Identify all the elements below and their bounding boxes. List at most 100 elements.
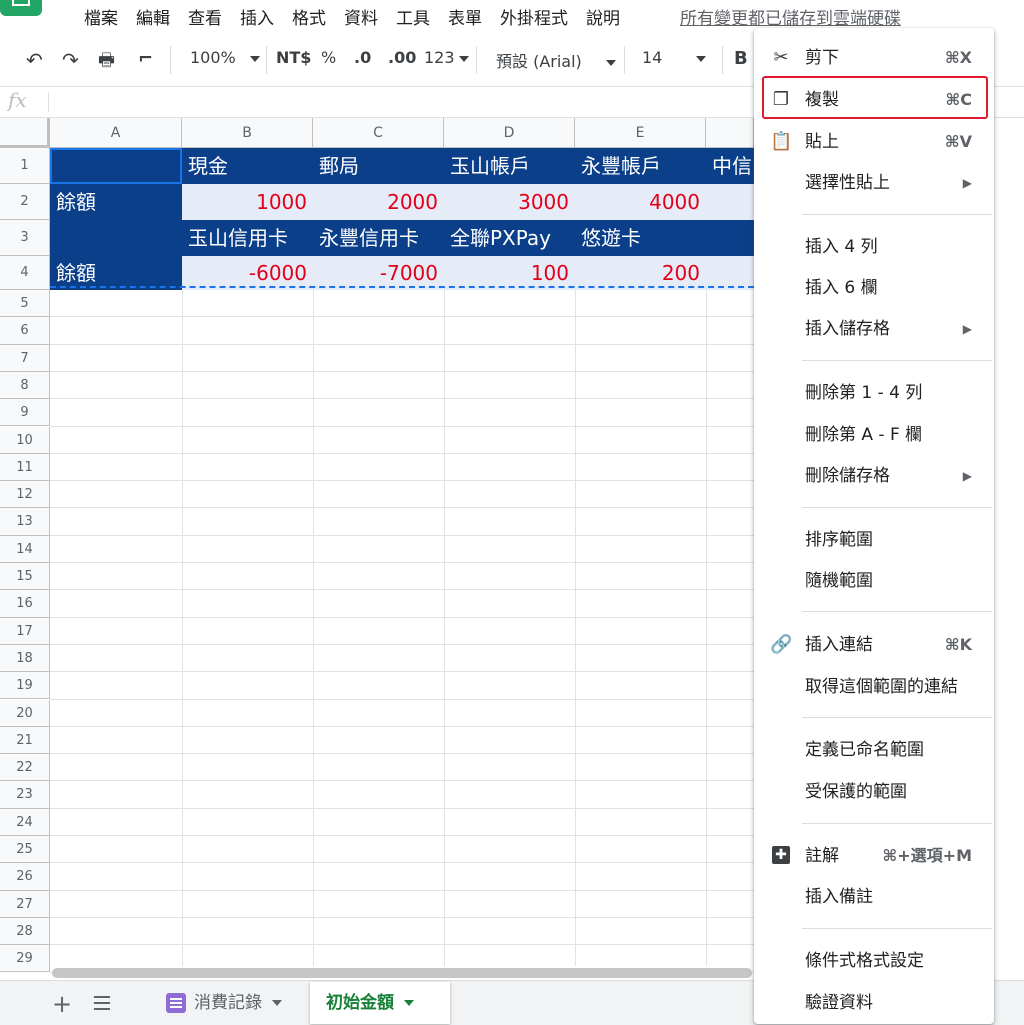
add-sheet-button[interactable]: + (52, 990, 72, 1018)
menu-item-4[interactable]: 插入 4 列 (754, 229, 994, 265)
menu-item-19[interactable]: 驗證資料 (754, 985, 994, 1021)
active-cell (50, 148, 182, 184)
row-gridline (50, 780, 754, 782)
row-header[interactable]: 18 (0, 644, 50, 673)
menu-item-2[interactable]: 📋 貼上 ⌘V (754, 124, 994, 160)
menu-item-12[interactable]: 🔗 插入連結 ⌘K (754, 627, 994, 663)
row-header[interactable]: 7 (0, 344, 50, 372)
row-header[interactable]: 24 (0, 808, 50, 836)
menu-item-11[interactable]: 隨機範圍 (754, 563, 994, 599)
menu-format[interactable]: 格式 (292, 4, 326, 29)
row-gridline (50, 480, 754, 482)
zoom-select[interactable]: 100% (190, 48, 260, 67)
sheet-tab-initial-amount[interactable]: 初始金額 (310, 982, 450, 1024)
row-header[interactable]: 2 (0, 184, 50, 220)
number-format-select[interactable]: 123 (424, 48, 469, 67)
row-header[interactable]: 14 (0, 535, 50, 563)
menu-edit[interactable]: 編輯 (136, 4, 170, 29)
row-header[interactable]: 5 (0, 290, 50, 318)
menu-item-shortcut: ⌘V (944, 132, 972, 151)
save-status[interactable]: 所有變更都已儲存到雲端硬碟 (680, 4, 901, 29)
menu-item-10[interactable]: 排序範圍 (754, 522, 994, 558)
menu-view[interactable]: 查看 (188, 4, 222, 29)
menu-file[interactable]: 檔案 (84, 4, 118, 29)
menu-item-9[interactable]: 刪除儲存格 ▶ (754, 458, 994, 494)
row-header[interactable]: 15 (0, 563, 50, 591)
row-header[interactable]: 26 (0, 863, 50, 891)
font-size-select[interactable]: 14 (642, 48, 707, 67)
paint-format-icon[interactable]: ⌐ (138, 48, 153, 69)
currency-format-button[interactable]: NT$ (276, 48, 311, 67)
undo-icon[interactable]: ↶ (26, 48, 43, 72)
column-header-a[interactable]: A (50, 118, 182, 148)
row-header[interactable]: 12 (0, 481, 50, 509)
row-header[interactable]: 4 (0, 256, 50, 290)
row-gridline (50, 725, 754, 727)
chevron-down-icon[interactable] (272, 1000, 282, 1006)
redo-icon[interactable]: ↷ (62, 48, 79, 72)
percent-format-button[interactable]: % (321, 48, 336, 67)
row-header[interactable]: 23 (0, 781, 50, 809)
column-header-d[interactable]: D (444, 118, 575, 148)
row-header[interactable]: 27 (0, 890, 50, 918)
row-header[interactable]: 3 (0, 220, 50, 256)
row-header[interactable]: 13 (0, 508, 50, 536)
decrease-decimal-button[interactable]: .0 (354, 48, 371, 67)
column-header-c[interactable]: C (313, 118, 444, 148)
row-header[interactable]: 1 (0, 148, 50, 184)
submenu-arrow-icon: ▶ (962, 322, 972, 336)
column-header-e[interactable]: E (575, 118, 706, 148)
menu-item-8[interactable]: 刪除第 A - F 欄 (754, 417, 994, 453)
menu-item-15[interactable]: 受保護的範圍 (754, 774, 994, 810)
menu-tools[interactable]: 工具 (396, 4, 430, 29)
row-header[interactable]: 16 (0, 590, 50, 618)
row-header[interactable]: 17 (0, 617, 50, 645)
menu-item-7[interactable]: 刪除第 1 - 4 列 (754, 375, 994, 411)
scissors-icon: ✂ (773, 47, 789, 68)
row-header[interactable]: 11 (0, 453, 50, 482)
row-header[interactable]: 8 (0, 371, 50, 400)
menu-help[interactable]: 說明 (586, 4, 620, 29)
menu-addons[interactable]: 外掛程式 (500, 4, 568, 29)
menu-forms[interactable]: 表單 (448, 4, 482, 29)
horizontal-scrollbar[interactable] (52, 968, 752, 978)
menu-insert[interactable]: 插入 (240, 4, 274, 29)
font-select[interactable]: 預設 (Arial) (496, 48, 616, 72)
menu-item-5[interactable]: 插入 6 欄 (754, 270, 994, 306)
menu-item-18[interactable]: 條件式格式設定 (754, 943, 994, 979)
menu-item-3[interactable]: 選擇性貼上 ▶ (754, 165, 994, 201)
menu-item-6[interactable]: 插入儲存格 ▶ (754, 311, 994, 347)
column-header-b[interactable]: B (182, 118, 313, 148)
row-header[interactable]: 29 (0, 945, 50, 973)
sheets-logo-icon[interactable] (0, 0, 42, 16)
menu-item-1[interactable]: ❐ 複製 ⌘C (754, 82, 994, 118)
menu-item-17[interactable]: 插入備註 (754, 879, 994, 915)
menu-separator (802, 360, 992, 361)
print-icon[interactable]: 🖶 (98, 48, 115, 78)
sheet-tab-expense-records[interactable]: 消費記錄 (150, 982, 300, 1024)
row-header[interactable]: 6 (0, 317, 50, 345)
column-header-f[interactable] (706, 118, 754, 148)
submenu-arrow-icon: ▶ (962, 469, 972, 483)
bold-button[interactable]: B (734, 48, 748, 69)
menu-item-16[interactable]: ✚ 註解 ⌘+選項+M (754, 838, 994, 874)
menu-item-14[interactable]: 定義已命名範圍 (754, 732, 994, 768)
row-header[interactable]: 28 (0, 917, 50, 946)
row-header[interactable]: 20 (0, 699, 50, 727)
menu-data[interactable]: 資料 (344, 4, 378, 29)
menu-item-0[interactable]: ✂ 剪下 ⌘X (754, 40, 994, 76)
row-header[interactable]: 19 (0, 672, 50, 700)
row-header[interactable]: 10 (0, 426, 50, 454)
select-all-corner[interactable] (0, 118, 50, 148)
context-menu: ✂ 剪下 ⌘X ❐ 複製 ⌘C 📋 貼上 ⌘V 選擇性貼上 ▶ 插入 4 列插入 6 欄插入儲存格 ▶ 刪… (754, 28, 994, 1024)
chevron-down-icon[interactable] (404, 1000, 414, 1006)
row-header[interactable]: 22 (0, 754, 50, 782)
row-header[interactable]: 21 (0, 726, 50, 755)
increase-decimal-button[interactable]: .00 (388, 48, 416, 67)
row-header[interactable]: 25 (0, 836, 50, 864)
row-header[interactable]: 9 (0, 399, 50, 427)
menu-item-label: 插入儲存格 (805, 319, 890, 339)
number-format-label: 123 (424, 48, 455, 67)
menu-item-13[interactable]: 取得這個範圍的連結 (754, 669, 994, 705)
all-sheets-icon[interactable] (94, 996, 110, 1010)
